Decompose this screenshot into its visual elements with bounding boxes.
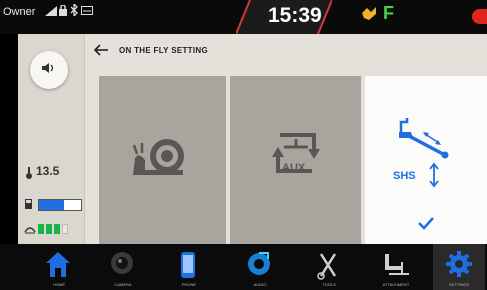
settings-icon [446,251,472,277]
dock-tools-label: TOOLS [322,282,336,287]
alert-icon [472,9,487,24]
shs-icon [399,118,449,159]
dock-settings[interactable]: SETTINGS [433,244,485,290]
screen: Owner 15:39 F 13.5 ON THE FLY SETTING AU… [0,0,487,290]
dock-camera-label: CAMERA [114,282,132,287]
snail-icon [133,139,184,175]
fuel-level-fill [39,200,65,210]
fuel-icon [24,197,35,213]
fuel-gauge [24,197,82,211]
clock: 15:39 [268,4,322,27]
battery-icon [24,222,36,237]
bluetooth-icon [70,2,78,19]
back-button[interactable] [93,41,109,62]
tools-icon [317,253,337,280]
aux-tile[interactable]: AUX [230,76,361,244]
header: ON THE FLY SETTING [85,34,487,72]
dock-phone-label: PHONE [181,282,197,287]
volume-button[interactable] [30,51,68,89]
dock-phone[interactable]: PHONE [163,244,215,290]
forklift-icon [385,254,409,275]
media-icon [248,252,270,275]
keyboard-icon [81,6,93,18]
aux-cycle-icon [272,133,320,173]
checkmark-icon [418,217,434,230]
owner-label: Owner [3,6,36,18]
sidebar: 13.5 [18,34,85,244]
speaker-icon [41,61,57,80]
signal-icon [45,6,57,19]
battery-segment [46,224,52,234]
gear-indicator: F [383,3,394,23]
dock-tools[interactable]: TOOLS [303,244,355,290]
camera-icon [111,252,133,274]
engine-warning-icon [360,4,378,27]
back-arrow-icon [93,44,108,56]
dock-attachment-label: ATTACHMENT [382,282,410,287]
dock-settings-label: SETTINGS [448,282,469,287]
bottom-dock: HOME CAMERA PHONE AUDIO TOOLS ATTACHMENT… [0,244,487,290]
status-bar: Owner 15:39 F [0,0,487,34]
main-panel: 13.5 ON THE FLY SETTING AUX SHS [18,34,487,244]
temperature-value: 13.5 [36,164,60,178]
battery-segment [38,224,44,234]
home-icon [46,252,70,277]
dock-attachment[interactable]: ATTACHMENT [370,244,422,290]
battery-segment [62,224,68,234]
page-title: ON THE FLY SETTING [119,46,208,55]
dock-audio[interactable]: AUDIO [234,244,286,290]
up-down-arrow-icon [429,162,439,188]
battery-gauge [24,222,82,236]
aux-label: AUX [282,162,306,174]
lock-icon [59,4,67,19]
dock-camera[interactable]: CAMERA [97,244,149,290]
phone-icon [181,252,195,278]
shs-tile[interactable]: SHS [365,76,487,244]
battery-level-bar [38,224,80,234]
shs-label: SHS [393,170,416,182]
dock-home-label: HOME [53,282,65,287]
battery-segment [54,224,60,234]
dock-audio-label: AUDIO [253,282,267,287]
fuel-level-bar [38,199,82,211]
dock-home[interactable]: HOME [33,244,85,290]
slow-mode-tile[interactable] [99,76,226,244]
